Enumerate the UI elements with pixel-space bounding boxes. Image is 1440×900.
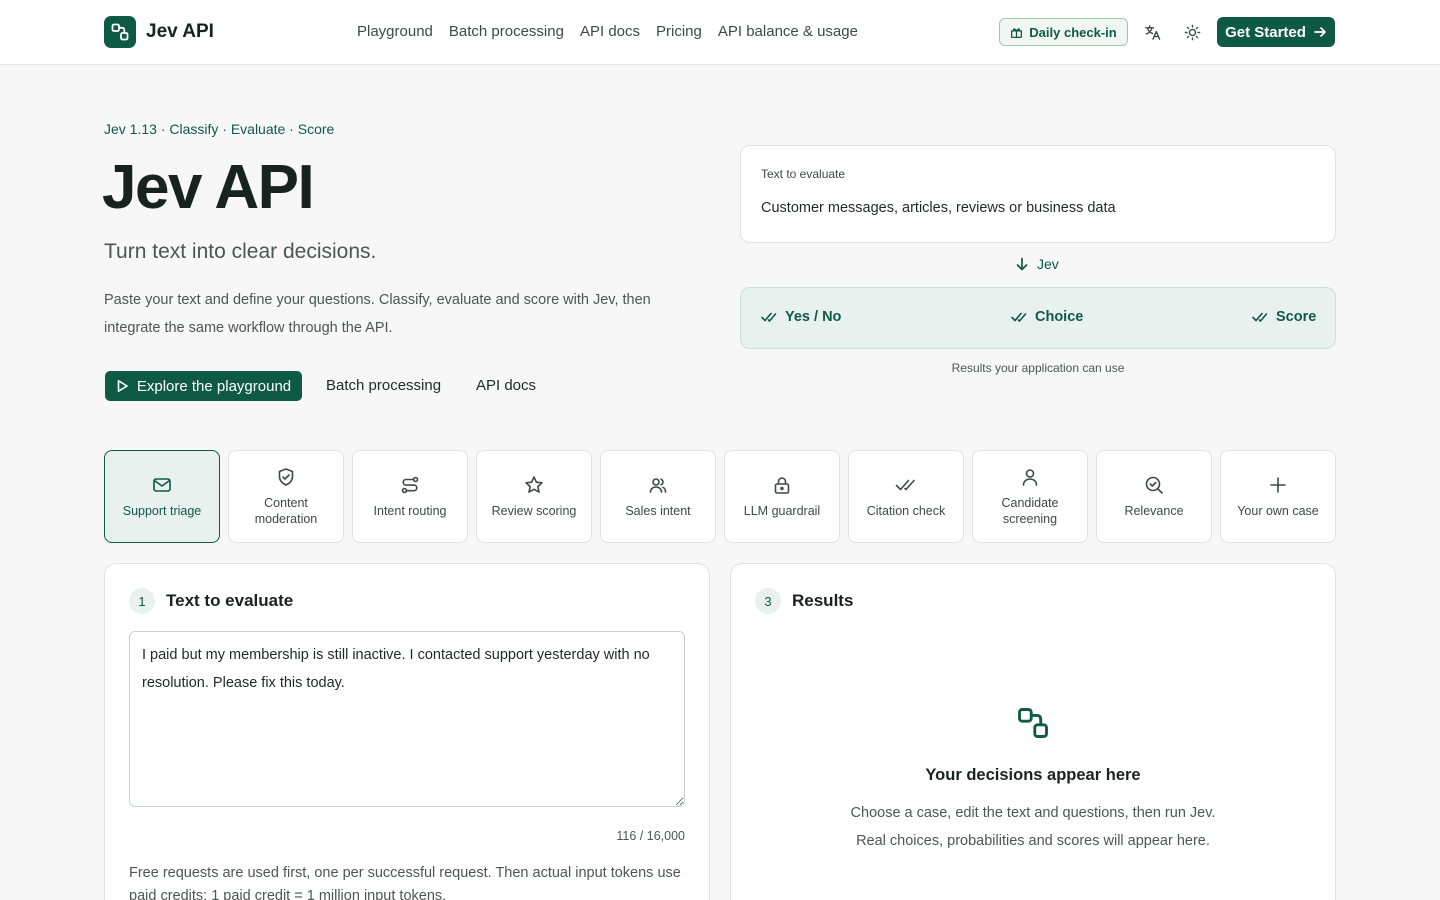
translate-button[interactable] xyxy=(1140,20,1164,44)
case-citation-check[interactable]: Citation check xyxy=(848,450,964,543)
nav-link-pricing[interactable]: Pricing xyxy=(648,21,710,43)
case-intent-routing[interactable]: Intent routing xyxy=(352,450,468,543)
flow-outputs: Yes / No Choice Score xyxy=(740,287,1336,349)
input-panel-title: Text to evaluate xyxy=(166,591,294,610)
link-nodes-icon xyxy=(1015,705,1051,746)
gift-icon xyxy=(1011,27,1023,38)
mail-icon xyxy=(152,474,172,496)
double-check-icon xyxy=(761,312,777,322)
explore-playground-button[interactable]: Explore the playground xyxy=(105,371,302,401)
search-check-icon xyxy=(1144,474,1164,496)
double-check-icon xyxy=(895,474,917,496)
results-panel-header: 3 Results xyxy=(755,588,853,614)
arrow-right-icon xyxy=(1314,27,1326,37)
play-icon xyxy=(117,380,128,392)
hero-eyebrow: Jev 1.13 · Classify · Evaluate · Score xyxy=(104,121,335,137)
get-started-button[interactable]: Get Started xyxy=(1217,17,1335,47)
checkin-label: Daily check-in xyxy=(1029,24,1117,40)
step-number: 1 xyxy=(129,588,155,614)
empty-state-title: Your decisions appear here xyxy=(925,766,1141,784)
translate-icon xyxy=(1144,24,1160,40)
output-score: Score xyxy=(1252,309,1316,325)
sun-icon xyxy=(1184,24,1200,40)
nav-link-playground[interactable]: Playground xyxy=(349,21,441,43)
step-number: 3 xyxy=(755,588,781,614)
double-check-icon xyxy=(1252,312,1268,322)
nav-links: Playground Batch processing API docs Pri… xyxy=(349,21,866,43)
flow-arrow: Jev xyxy=(1015,256,1059,272)
case-your-own[interactable]: Your own case xyxy=(1220,450,1336,543)
empty-state-description: Choose a case, edit the text and questio… xyxy=(850,805,1216,849)
plus-icon xyxy=(1269,474,1287,496)
get-started-label: Get Started xyxy=(1225,23,1306,41)
input-panel: 1 Text to evaluate I paid but my members… xyxy=(104,563,710,900)
arrow-down-icon xyxy=(1016,257,1028,271)
batch-processing-link[interactable]: Batch processing xyxy=(326,377,441,394)
output-yes-no: Yes / No xyxy=(761,309,841,325)
users-icon xyxy=(648,474,668,496)
star-icon xyxy=(524,474,544,496)
outputs-note: Results your application can use xyxy=(951,361,1125,375)
results-panel: 3 Results Your decisions appear here Cho… xyxy=(730,563,1336,900)
explore-playground-label: Explore the playground xyxy=(136,377,292,395)
case-review-scoring[interactable]: Review scoring xyxy=(476,450,592,543)
case-relevance[interactable]: Relevance xyxy=(1096,450,1212,543)
input-panel-header: 1 Text to evaluate xyxy=(129,588,293,614)
text-to-evaluate-input[interactable]: I paid but my membership is still inacti… xyxy=(129,631,685,807)
case-llm-guardrail[interactable]: LLM guardrail xyxy=(724,450,840,543)
lock-icon xyxy=(772,474,792,496)
shield-check-icon xyxy=(276,466,296,488)
case-content-moderation[interactable]: Content moderation xyxy=(228,450,344,543)
nav-link-batch[interactable]: Batch processing xyxy=(441,21,572,43)
daily-checkin-button[interactable]: Daily check-in xyxy=(999,18,1128,46)
nav-link-balance[interactable]: API balance & usage xyxy=(710,21,866,43)
flow-arrow-label: Jev xyxy=(1037,256,1059,272)
double-check-icon xyxy=(1011,312,1027,322)
char-count: 116 / 16,000 xyxy=(616,829,685,843)
flow-input-card: Text to evaluate Customer messages, arti… xyxy=(740,145,1336,243)
brand[interactable]: Jev API xyxy=(104,16,214,48)
output-choice: Choice xyxy=(1011,309,1083,325)
credits-note: Free requests are used first, one per su… xyxy=(129,865,681,900)
case-candidate-screening[interactable]: Candidate screening xyxy=(972,450,1088,543)
nav-link-api-docs[interactable]: API docs xyxy=(572,21,648,43)
case-support-triage[interactable]: Support triage xyxy=(104,450,220,543)
api-docs-link[interactable]: API docs xyxy=(476,377,536,394)
results-panel-title: Results xyxy=(792,591,854,610)
theme-toggle[interactable] xyxy=(1180,20,1204,44)
top-nav: Jev API Playground Batch processing API … xyxy=(0,0,1440,65)
user-icon xyxy=(1020,466,1040,488)
route-icon xyxy=(400,474,420,496)
link-nodes-icon xyxy=(104,16,136,48)
hero-subtitle: Turn text into clear decisions. xyxy=(104,240,377,263)
hero-title: Jev API xyxy=(102,153,315,222)
flow-input-label: Text to evaluate xyxy=(761,167,846,181)
case-sales-intent[interactable]: Sales intent xyxy=(600,450,716,543)
flow-input-value: Customer messages, articles, reviews or … xyxy=(761,200,1116,216)
brand-name: Jev API xyxy=(146,21,214,42)
hero-description: Paste your text and define your question… xyxy=(104,292,651,336)
